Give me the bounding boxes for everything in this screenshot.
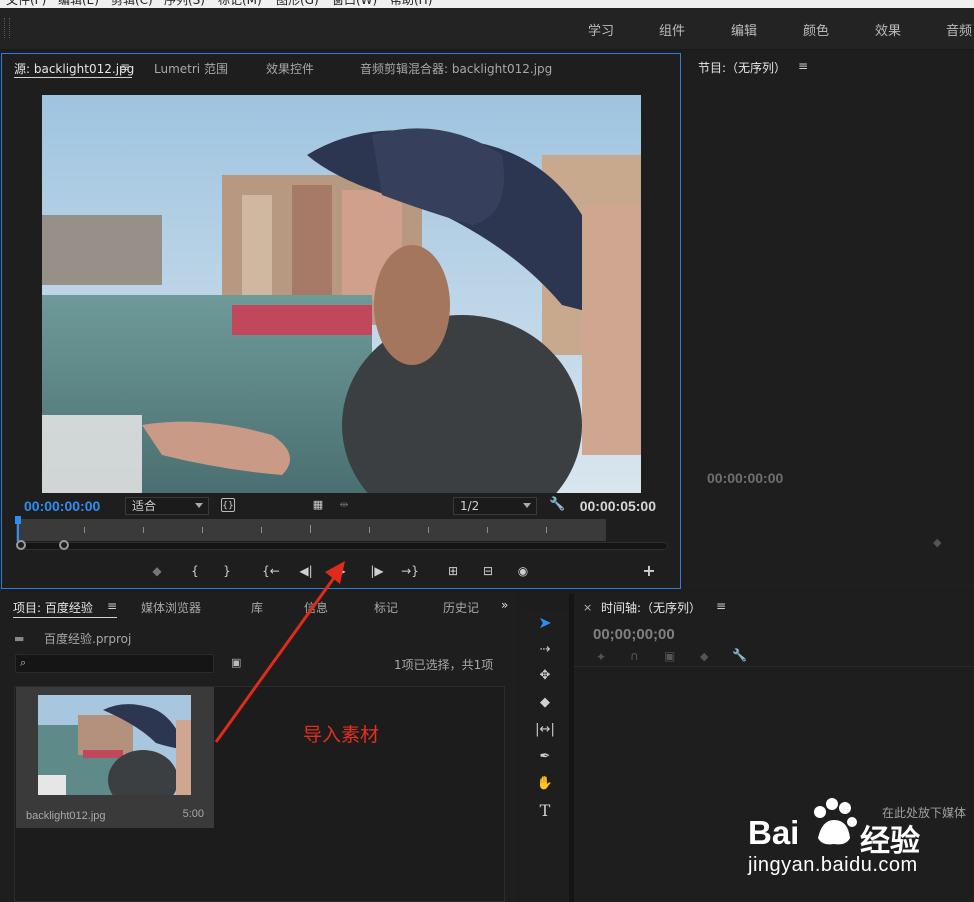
watermark-url: jingyan.baidu.com bbox=[748, 854, 918, 876]
annotation-arrow-icon bbox=[214, 561, 345, 743]
annotation-text: 导入素材 bbox=[303, 724, 380, 746]
paw-logo-icon bbox=[814, 798, 857, 845]
baidu-watermark: Bai 经验 jingyan.baidu.com bbox=[745, 796, 974, 886]
watermark-brand-bai: Bai bbox=[748, 814, 800, 851]
